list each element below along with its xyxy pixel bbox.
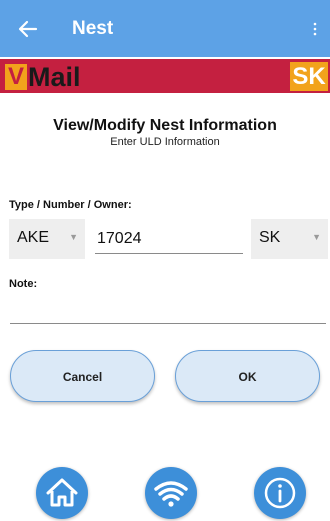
app-title: Nest: [72, 18, 114, 39]
dropdown-arrow-icon: ▼: [312, 232, 321, 242]
note-label: Note:: [9, 278, 38, 290]
overflow-menu-button[interactable]: [310, 20, 320, 40]
arrow-left-icon: [18, 20, 38, 38]
overflow-dots-icon: [313, 22, 317, 36]
uld-type-select[interactable]: AKE ▼: [9, 219, 85, 259]
uld-number-input[interactable]: 17024: [95, 230, 243, 254]
wifi-button[interactable]: [145, 467, 197, 519]
uld-owner-value: SK: [259, 229, 281, 246]
ok-button[interactable]: OK: [175, 350, 320, 402]
wifi-icon: [154, 481, 188, 507]
uld-owner-select[interactable]: SK ▼: [251, 219, 328, 259]
home-icon: [46, 478, 78, 507]
info-icon: [264, 477, 296, 509]
cancel-button[interactable]: Cancel: [10, 350, 155, 402]
page-subtitle: Enter ULD Information: [110, 136, 220, 148]
type-number-owner-label: Type / Number / Owner:: [9, 199, 132, 211]
note-input[interactable]: [10, 304, 326, 324]
carrier-badge: SK: [290, 62, 328, 91]
brand-word: Mail: [28, 62, 81, 92]
brand-letter: V: [5, 64, 27, 90]
info-button[interactable]: [254, 467, 306, 519]
home-button[interactable]: [36, 467, 88, 519]
page-title: View/Modify Nest Information: [53, 117, 277, 134]
dropdown-arrow-icon: ▼: [69, 232, 78, 242]
uld-type-value: AKE: [17, 229, 50, 246]
app-bar: [0, 0, 330, 57]
back-button[interactable]: [16, 18, 40, 40]
